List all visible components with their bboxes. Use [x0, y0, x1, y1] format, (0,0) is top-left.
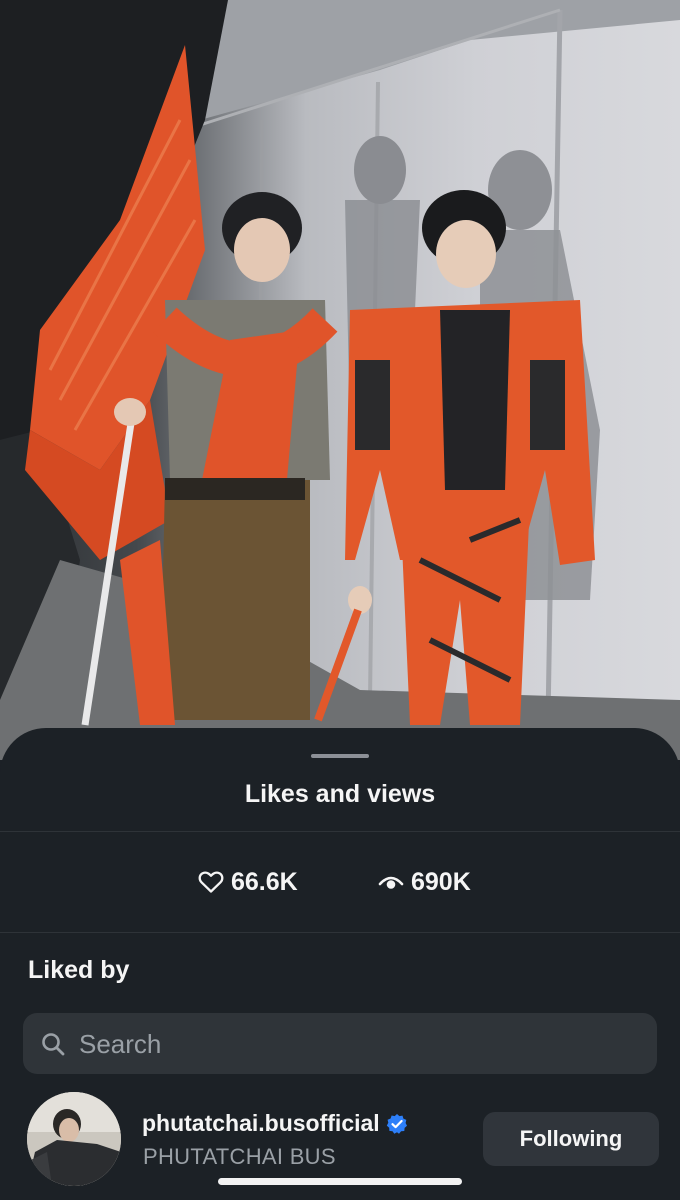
liked-by-user-row[interactable]: phutatchai.busofficial PHUTATCHAI BUS Fo… — [0, 1090, 680, 1190]
following-button[interactable]: Following — [483, 1112, 659, 1166]
likes-count: 66.6K — [231, 867, 298, 896]
divider — [0, 932, 680, 933]
heart-outline-icon — [198, 871, 224, 893]
views-count: 690K — [411, 867, 471, 896]
verified-badge-icon — [386, 1113, 407, 1134]
post-photo[interactable] — [0, 0, 680, 760]
username[interactable]: phutatchai.busofficial — [142, 1110, 380, 1137]
home-indicator[interactable] — [218, 1178, 462, 1185]
avatar-image — [27, 1092, 121, 1186]
search-input[interactable] — [77, 1023, 641, 1065]
username-line: phutatchai.busofficial — [142, 1110, 408, 1137]
stats-row: 66.6K 690K — [0, 864, 680, 900]
liked-by-heading: Liked by — [28, 956, 130, 984]
likes-views-sheet: Likes and views 66.6K 690K Liked by Sear… — [0, 728, 680, 1200]
divider — [0, 831, 680, 832]
search-bar[interactable] — [23, 1013, 657, 1074]
views-stat: 690K — [378, 864, 471, 900]
sheet-grabber[interactable] — [311, 754, 369, 758]
eye-icon — [378, 876, 404, 889]
likes-stat: 66.6K — [198, 864, 298, 900]
post-photo-illustration — [0, 0, 680, 760]
avatar[interactable] — [27, 1092, 121, 1186]
full-name: PHUTATCHAI BUS — [143, 1144, 336, 1169]
sheet-title: Likes and views — [244, 780, 436, 808]
search-icon — [42, 1033, 65, 1056]
